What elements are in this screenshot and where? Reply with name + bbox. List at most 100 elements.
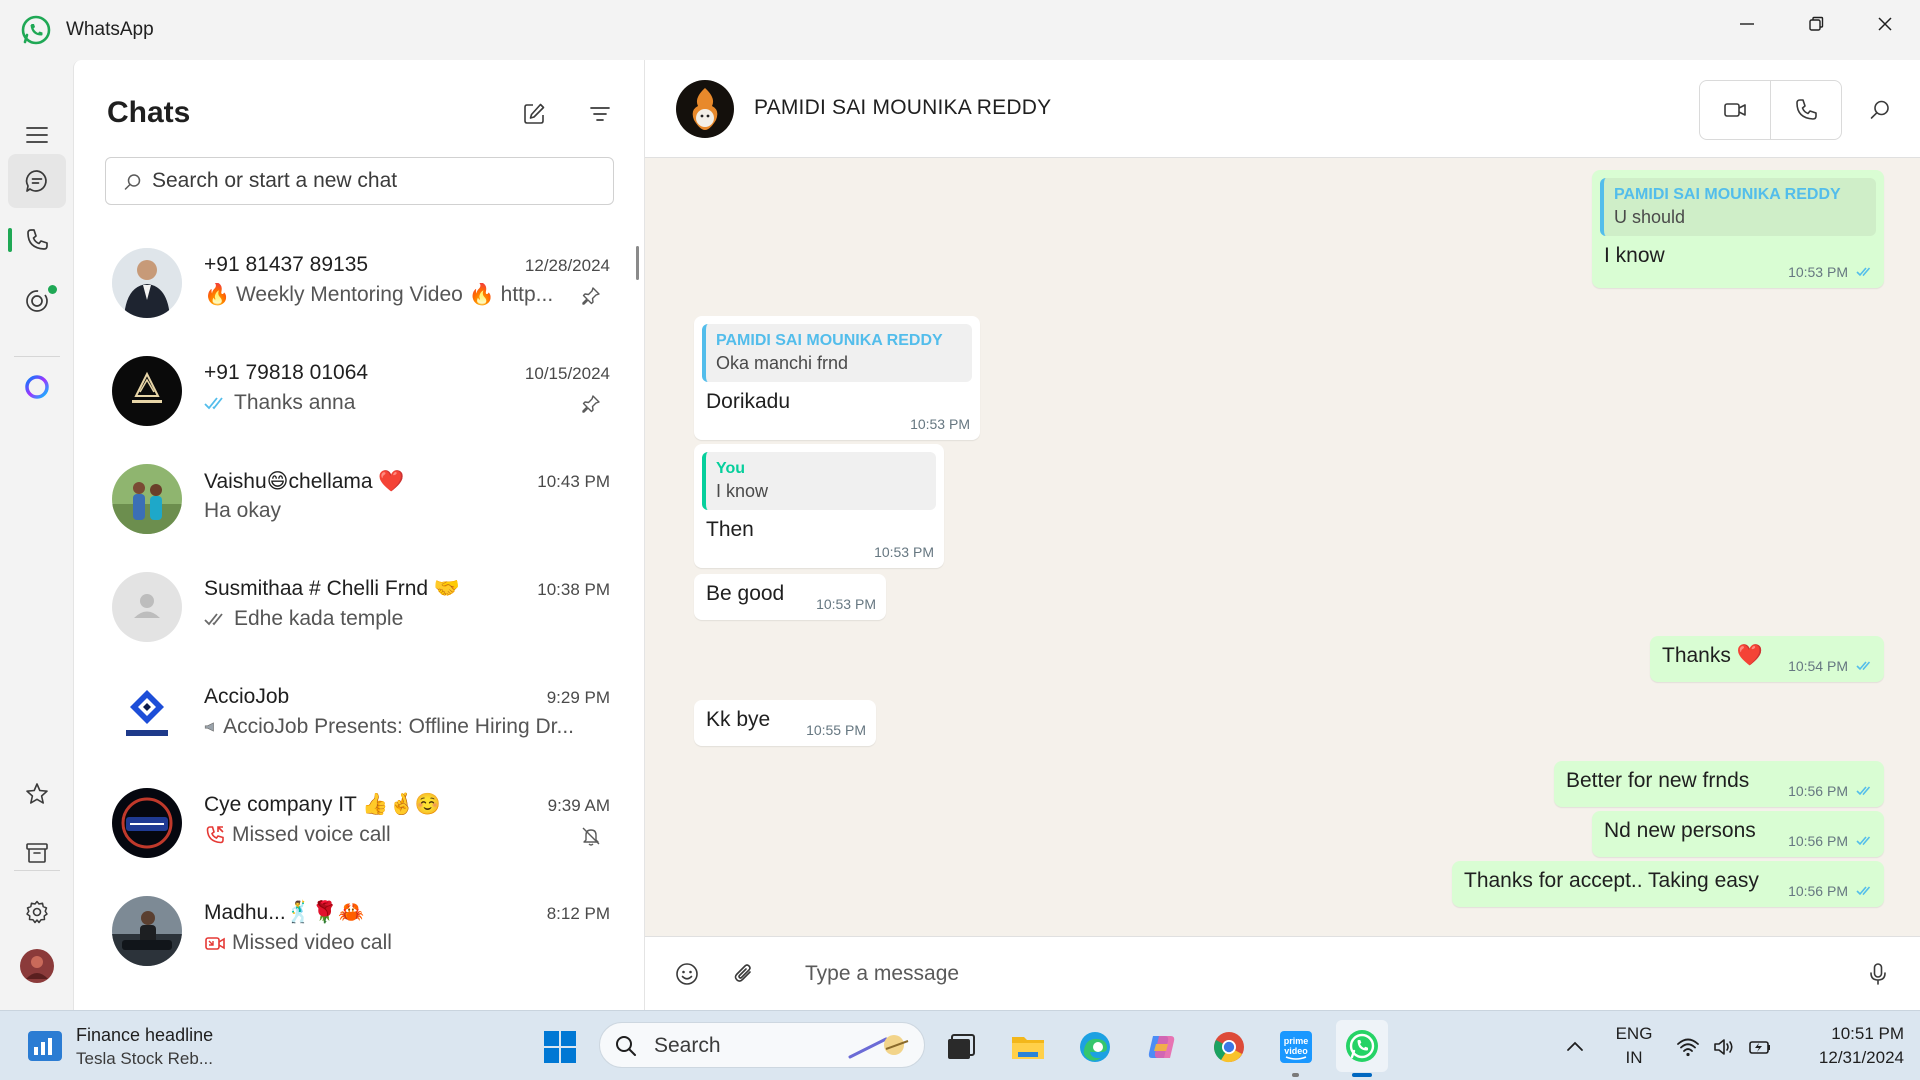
emoji-button[interactable]	[667, 954, 707, 994]
clock-date: 12/31/2024	[1818, 1048, 1904, 1067]
whatsapp-taskbar-button[interactable]	[1336, 1020, 1388, 1072]
title-bar: WhatsApp	[0, 0, 1920, 60]
pin-icon	[580, 393, 602, 415]
video-camera-icon	[1724, 103, 1746, 117]
chat-list-item[interactable]: Cye company IT 👍🤞☺️ 9:39 AM Missed voice…	[74, 770, 630, 878]
incoming-message[interactable]: You I know Then 10:53 PM	[694, 444, 944, 568]
chat-list-item[interactable]: Madhu...🕺🌹🦀 8:12 PM Missed video call	[74, 878, 630, 986]
contact-name[interactable]: PAMIDI SAI MOUNIKA REDDY	[754, 96, 1051, 120]
gear-icon	[26, 900, 48, 924]
outgoing-message[interactable]: PAMIDI SAI MOUNIKA REDDY U should I know…	[1592, 170, 1884, 288]
navigation-rail	[0, 60, 73, 1010]
rail-calls-button[interactable]	[8, 213, 66, 267]
message-text: Better for new frnds	[1566, 769, 1750, 792]
rail-starred-button[interactable]	[8, 767, 66, 821]
chat-name: Vaishu😄chellama ❤️	[204, 470, 405, 493]
whatsapp-icon	[1346, 1030, 1378, 1062]
new-chat-button[interactable]	[514, 94, 554, 134]
chat-time: 10/15/2024	[524, 364, 610, 383]
outgoing-message[interactable]: Thanks for accept.. Taking easy 10:56 PM	[1452, 861, 1884, 907]
message-input[interactable]	[805, 957, 1805, 991]
read-ticks-icon	[1856, 267, 1871, 277]
outgoing-message[interactable]: Better for new frnds 10:56 PM	[1554, 761, 1884, 807]
quoted-message[interactable]: PAMIDI SAI MOUNIKA REDDY Oka manchi frnd	[702, 324, 972, 382]
prime-video-icon: primevideo	[1280, 1031, 1312, 1063]
file-explorer-button[interactable]	[1005, 1024, 1051, 1070]
conversation-search-button[interactable]	[1860, 90, 1900, 130]
rail-status-button[interactable]	[8, 274, 66, 328]
clock[interactable]: 10:51 PM 12/31/2024	[1792, 1024, 1904, 1068]
close-button[interactable]	[1850, 0, 1920, 48]
message-time: 10:54 PM	[1788, 658, 1848, 674]
search-icon	[124, 174, 141, 190]
task-view-button[interactable]	[938, 1024, 984, 1070]
status-icon	[26, 290, 48, 312]
outgoing-message[interactable]: Thanks ❤️ 10:54 PM	[1650, 636, 1884, 682]
chat-time: 9:29 PM	[546, 688, 610, 707]
rail-profile-button[interactable]	[8, 939, 66, 993]
read-ticks-icon	[1856, 886, 1871, 896]
chat-search-box[interactable]	[105, 157, 614, 205]
active-app-indicator	[1352, 1073, 1372, 1077]
chat-name: +91 79818 01064	[204, 361, 369, 384]
voice-message-button[interactable]	[1858, 954, 1898, 994]
incoming-message[interactable]: PAMIDI SAI MOUNIKA REDDY Oka manchi frnd…	[694, 316, 980, 440]
edge-button[interactable]	[1072, 1024, 1118, 1070]
taskbar-search[interactable]: Search	[599, 1022, 925, 1068]
rail-archived-button[interactable]	[8, 826, 66, 880]
quoted-message[interactable]: You I know	[702, 452, 936, 510]
minimize-icon	[1740, 23, 1754, 25]
volume-icon[interactable]	[1712, 1035, 1736, 1059]
message-text: Thanks for accept.. Taking easy	[1464, 869, 1759, 892]
voice-call-button[interactable]	[1771, 81, 1841, 139]
battery-icon[interactable]	[1748, 1035, 1772, 1059]
rail-chats-button[interactable]	[8, 154, 66, 208]
chrome-button[interactable]	[1206, 1024, 1252, 1070]
message-meta: 10:53 PM	[816, 596, 876, 612]
incoming-message[interactable]: Kk bye 10:55 PM	[694, 700, 876, 746]
status-unread-dot	[48, 285, 57, 294]
chat-preview: Thanks anna	[204, 391, 574, 415]
chat-preview: Edhe kada temple	[204, 607, 574, 631]
chat-list-item[interactable]: Vaishu😄chellama ❤️ 10:43 PM Ha okay	[74, 446, 630, 554]
chat-list-item[interactable]: +91 79818 01064 10/15/2024 Thanks anna	[74, 338, 630, 446]
incoming-message[interactable]: Be good 10:53 PM	[694, 574, 886, 620]
chat-list-scrollbar[interactable]	[636, 246, 639, 280]
close-icon	[1878, 17, 1892, 31]
restore-button[interactable]	[1781, 0, 1851, 48]
show-hidden-icons-button[interactable]	[1563, 1035, 1587, 1059]
outgoing-message[interactable]: Nd new persons 10:56 PM	[1592, 811, 1884, 857]
avatar	[112, 788, 182, 858]
message-text: I know	[1604, 244, 1665, 267]
chat-time: 10:43 PM	[537, 472, 610, 491]
copilot-button[interactable]	[1139, 1024, 1185, 1070]
filter-button[interactable]	[580, 94, 620, 134]
rail-meta-ai-button[interactable]	[8, 360, 66, 414]
chats-title: Chats	[107, 96, 191, 129]
chat-list-item[interactable]: +91 81437 89135 12/28/2024 🔥 Weekly Ment…	[74, 230, 630, 338]
attach-button[interactable]	[724, 954, 764, 994]
rail-settings-button[interactable]	[8, 885, 66, 939]
language-indicator[interactable]: ENG IN	[1612, 1024, 1656, 1068]
avatar	[112, 248, 182, 318]
chat-list-item[interactable]: AccioJob 9:29 PM AccioJob Presents: Offl…	[74, 662, 630, 770]
wifi-icon[interactable]	[1676, 1035, 1700, 1059]
quoted-message[interactable]: PAMIDI SAI MOUNIKA REDDY U should	[1600, 178, 1876, 236]
avatar	[112, 680, 182, 750]
prime-video-button[interactable]: prime video	[1273, 1024, 1319, 1070]
widget-subtitle: Tesla Stock Reb...	[76, 1049, 214, 1068]
chat-list-item[interactable]: Susmithaa # Chelli Frnd 🤝 10:38 PM Edhe …	[74, 554, 630, 662]
read-ticks-icon	[1856, 836, 1871, 846]
news-widget[interactable]: Finance headline Tesla Stock Reb...	[26, 1021, 226, 1071]
contact-avatar[interactable]	[676, 80, 734, 138]
start-button[interactable]	[537, 1024, 583, 1070]
video-call-button[interactable]	[1700, 81, 1771, 139]
message-time: 10:53 PM	[816, 596, 876, 612]
running-indicator	[1292, 1073, 1299, 1077]
chevron-up-icon	[1567, 1041, 1583, 1051]
chat-preview: Ha okay	[204, 499, 574, 523]
quote-text: I know	[716, 481, 769, 501]
chat-search-input[interactable]	[152, 166, 602, 196]
microphone-icon	[1870, 963, 1886, 985]
minimize-button[interactable]	[1712, 0, 1782, 48]
